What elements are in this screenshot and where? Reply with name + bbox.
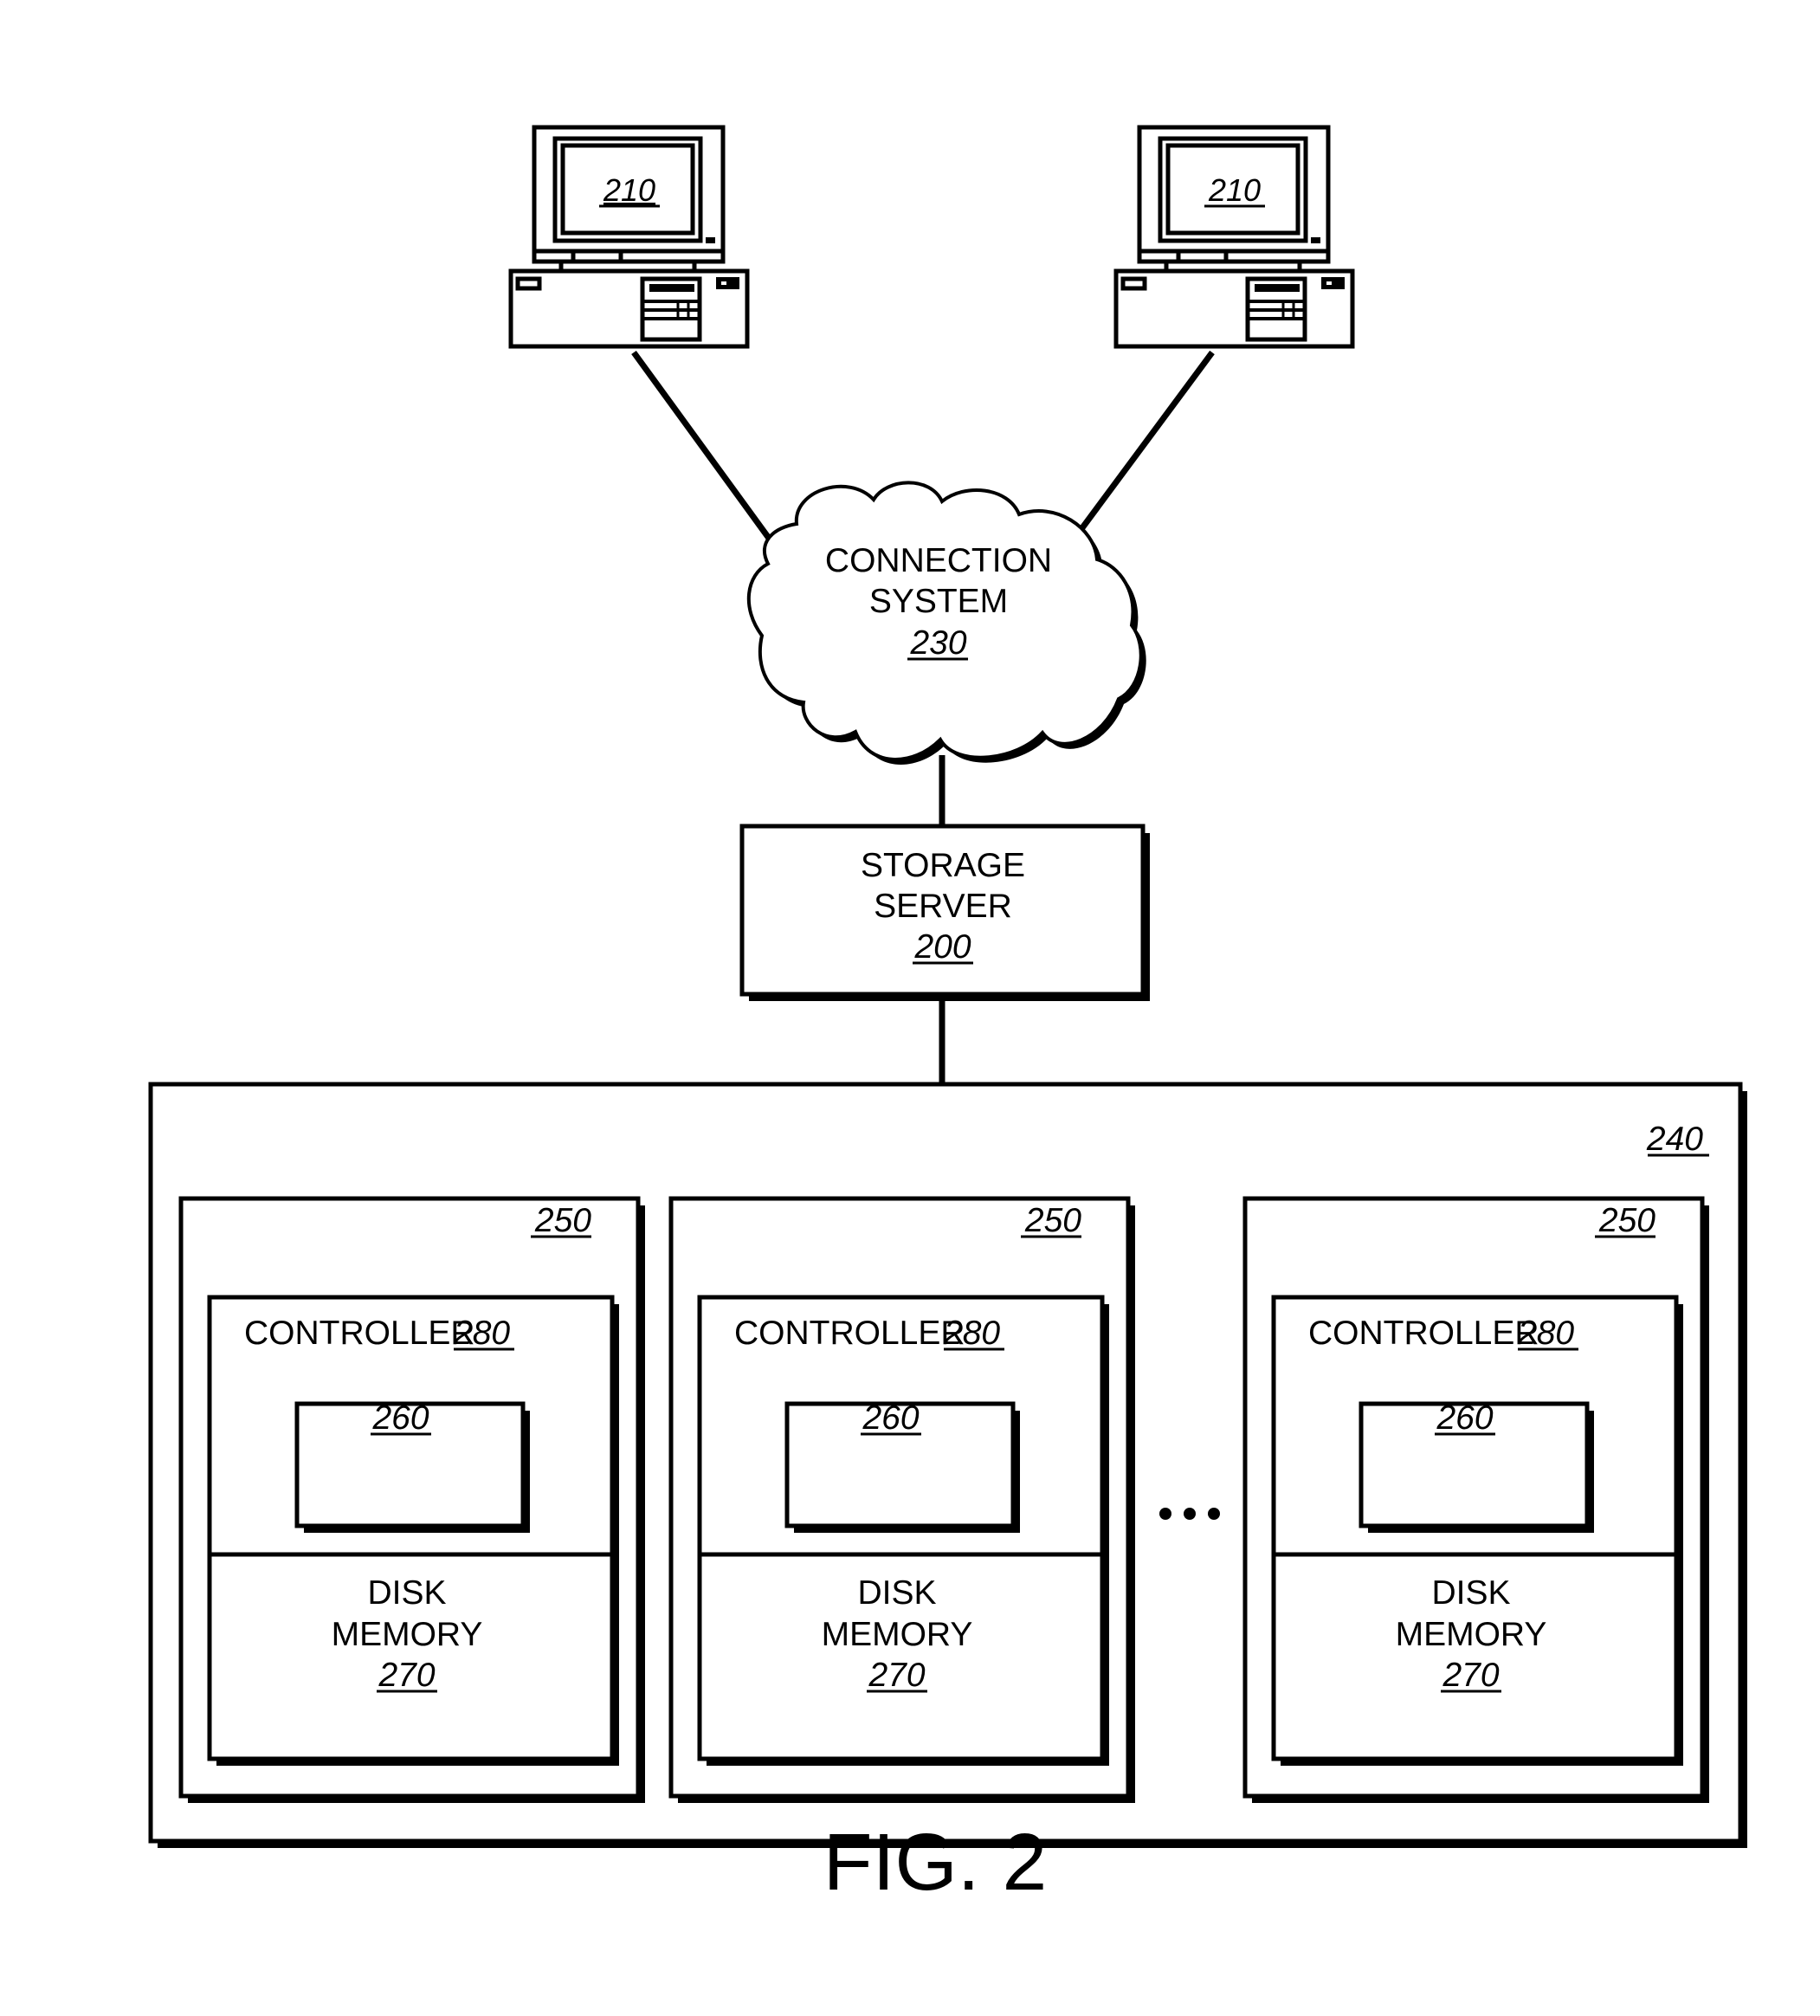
disk-label-line2: MEMORY (332, 1616, 483, 1653)
controller-module-ref-label: 260 (371, 1399, 429, 1437)
storage-unit-ref-label: 250 (534, 1202, 591, 1239)
storage-unit-ref-label: 250 (1024, 1202, 1081, 1239)
storage-unit: 250 CONTROLLER280 260 DISK MEMORY 270 (178, 1196, 645, 1803)
controller-ref-label: 280 (1517, 1315, 1574, 1352)
controller-module-ref-label: 260 (862, 1399, 919, 1437)
client-computer-icon: 210 (1113, 125, 1355, 349)
storage-server-box: STORAGE SERVER 200 (739, 824, 1150, 1001)
diagram-canvas: 210 210 CONNECTION SYSTEM 230 STORAGE SE… (148, 125, 1747, 1907)
storage-unit: 250 CONTROLLER280 260 DISK MEMORY 270 (1242, 1196, 1709, 1803)
disk-label-line1: DISK (367, 1574, 446, 1612)
cloud-title-line1: CONNECTION (825, 542, 1052, 579)
disk-label-line2: MEMORY (822, 1616, 973, 1653)
storage-unit-ref-label: 250 (1598, 1202, 1655, 1239)
controller-ref-label: 280 (453, 1315, 510, 1352)
figure-caption: FIG. 2 (823, 1817, 1047, 1907)
controller-label: CONTROLLER (244, 1315, 475, 1352)
controller-label: CONTROLLER (1308, 1315, 1539, 1352)
server-ref-label: 200 (913, 928, 971, 966)
cloud-title-line2: SYSTEM (869, 583, 1008, 620)
cloud-ref-label: 230 (909, 624, 966, 662)
disk-ref-label: 270 (1442, 1657, 1499, 1694)
client-ref-label: 210 (1208, 172, 1261, 208)
storage-unit: 250 CONTROLLER280 260 DISK MEMORY 270 (668, 1196, 1135, 1803)
server-title-line2: SERVER (874, 888, 1012, 925)
more-units-ellipsis (1159, 1508, 1220, 1520)
disk-ref-label: 270 (868, 1657, 925, 1694)
disk-label-line1: DISK (857, 1574, 936, 1612)
client-ref-label: 210 (603, 172, 655, 208)
controller-ref-label: 280 (943, 1315, 1000, 1352)
disk-ref-label: 270 (378, 1657, 435, 1694)
disk-label-line2: MEMORY (1396, 1616, 1547, 1653)
controller-label: CONTROLLER (734, 1315, 965, 1352)
client-computer-icon: 210 (508, 125, 750, 349)
subsystem-ref-label: 240 (1646, 1121, 1703, 1158)
disk-label-line1: DISK (1431, 1574, 1510, 1612)
controller-module-ref-label: 260 (1436, 1399, 1493, 1437)
server-title-line1: STORAGE (861, 847, 1025, 884)
